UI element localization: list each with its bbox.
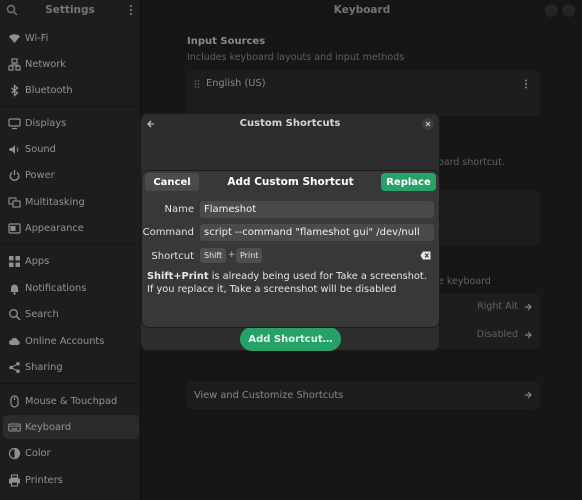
plus-separator: + [228, 250, 236, 260]
shortcut-label: Shortcut [151, 251, 194, 262]
warning-shortcut: Shift+Print [147, 271, 209, 282]
backspace-icon[interactable] [420, 251, 431, 260]
add-custom-shortcut-dialog: Cancel Add Custom Shortcut Replace Name … [141, 170, 440, 328]
name-label: Name [164, 204, 194, 215]
print-keycap: Print [236, 248, 263, 263]
replace-button[interactable]: Replace [381, 173, 436, 191]
conflict-warning: Shift+Print is already being used for Ta… [147, 270, 427, 296]
custom-shortcuts-title: Custom Shortcuts [239, 118, 341, 129]
close-icon[interactable] [422, 118, 434, 130]
add-shortcut-button[interactable]: Add Shortcut… [240, 327, 341, 351]
shift-keycap: Shift [200, 248, 227, 263]
command-label: Command [142, 227, 194, 238]
command-input[interactable]: script --command "flameshot gui" /dev/nu… [200, 224, 434, 241]
name-input[interactable]: Flameshot [200, 201, 434, 218]
